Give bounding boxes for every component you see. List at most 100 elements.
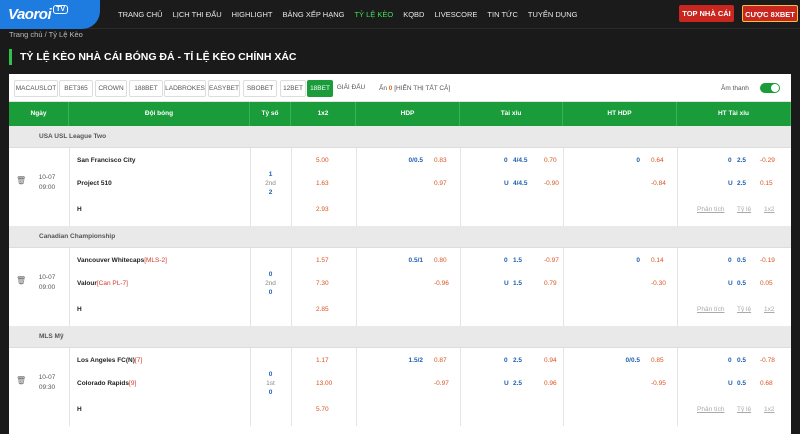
menu-item[interactable]: BẢNG XẾP HẠNG bbox=[277, 0, 349, 29]
ou-line-2[interactable]: 1.5 bbox=[513, 279, 522, 289]
menu-item[interactable]: TỶ LỆ KÈO bbox=[349, 0, 398, 29]
ht-ou-line-2[interactable]: 0.5 bbox=[737, 379, 746, 389]
menu-item[interactable]: HIGHLIGHT bbox=[227, 0, 278, 29]
hidden-matches-label[interactable]: Ẩn 0 [HIỂN THỊ TẤT CẢ] bbox=[379, 80, 450, 97]
ou-line[interactable]: 4/4.5 bbox=[513, 156, 527, 166]
hdp-home-odds[interactable]: 0.87 bbox=[434, 356, 447, 366]
analysis-link[interactable]: Phân tích bbox=[697, 205, 724, 215]
odds-1x2-draw[interactable]: 2.85 bbox=[316, 305, 329, 315]
odds-1x2-draw[interactable]: 2.93 bbox=[316, 205, 329, 215]
bookmaker-tab[interactable]: 188BET bbox=[129, 80, 163, 97]
ou-line[interactable]: 2.5 bbox=[513, 356, 522, 366]
menu-item[interactable]: TUYỂN DỤNG bbox=[523, 0, 583, 29]
league-header[interactable]: Canadian Championship bbox=[9, 226, 791, 248]
breadcrumb-home[interactable]: Trang chủ bbox=[9, 30, 43, 39]
ht-ou-under-odds[interactable]: 0.05 bbox=[760, 279, 773, 289]
ht-ou-over-odds[interactable]: -0.29 bbox=[760, 156, 775, 166]
odds-1x2-away[interactable]: 1.63 bbox=[316, 179, 329, 189]
bookmaker-tab[interactable]: 12BET bbox=[280, 80, 306, 97]
menu-item[interactable]: KQBD bbox=[398, 0, 429, 29]
bookmaker-tab[interactable]: MACAUSLOT bbox=[14, 80, 58, 97]
column-header[interactable]: HT HDP bbox=[563, 102, 677, 126]
ht-ou-line[interactable]: 0.5 bbox=[737, 356, 746, 366]
column-header[interactable]: Ngày bbox=[9, 102, 69, 126]
menu-item[interactable]: LỊCH THI ĐẤU bbox=[168, 0, 227, 29]
away-team[interactable]: Valour[Can PL-7] bbox=[77, 279, 128, 289]
ht-hdp-line[interactable]: 0 bbox=[604, 256, 640, 266]
ou-under-odds[interactable]: 0.96 bbox=[544, 379, 557, 389]
ou-line[interactable]: 1.5 bbox=[513, 256, 522, 266]
ht-ou-line-2[interactable]: 0.5 bbox=[737, 279, 746, 289]
bookmaker-tab[interactable]: 18BET bbox=[307, 80, 333, 97]
menu-item[interactable]: LIVESCORE bbox=[429, 0, 482, 29]
ht-ou-line-2[interactable]: 2.5 bbox=[737, 179, 746, 189]
ht-hdp-home-odds[interactable]: 0.85 bbox=[651, 356, 664, 366]
home-team[interactable]: Los Angeles FC(N)[7] bbox=[77, 356, 142, 366]
ou-line-2[interactable]: 2.5 bbox=[513, 379, 522, 389]
x12-link[interactable]: 1x2 bbox=[764, 305, 774, 315]
ht-hdp-away-odds[interactable]: -0.95 bbox=[651, 379, 666, 389]
bookmaker-tab[interactable]: CROWN bbox=[95, 80, 127, 97]
odds-link[interactable]: Tỷ lệ bbox=[737, 305, 751, 315]
ou-over-odds[interactable]: 0.70 bbox=[544, 156, 557, 166]
bookmaker-tab[interactable]: SBOBET bbox=[243, 80, 277, 97]
hdp-line[interactable]: 0.5/1 bbox=[389, 256, 423, 266]
odds-1x2-home[interactable]: 1.17 bbox=[316, 356, 329, 366]
ht-hdp-home-odds[interactable]: 0.64 bbox=[651, 156, 664, 166]
ht-hdp-away-odds[interactable]: -0.30 bbox=[651, 279, 666, 289]
home-team[interactable]: San Francisco City bbox=[77, 156, 136, 166]
odds-1x2-away[interactable]: 13.00 bbox=[316, 379, 332, 389]
home-team[interactable]: Vancouver Whitecaps[MLS-2] bbox=[77, 256, 167, 266]
bet-button[interactable]: CƯỢC 8XBET bbox=[742, 5, 798, 22]
odds-link[interactable]: Tỷ lệ bbox=[737, 205, 751, 215]
x12-link[interactable]: 1x2 bbox=[764, 405, 774, 415]
ou-under-odds[interactable]: 0.79 bbox=[544, 279, 557, 289]
column-header[interactable]: Tài xỉu bbox=[460, 102, 563, 126]
column-header[interactable]: Tỷ số bbox=[250, 102, 291, 126]
odds-1x2-home[interactable]: 5.00 bbox=[316, 156, 329, 166]
ou-over-odds[interactable]: -0.97 bbox=[544, 256, 559, 266]
analysis-link[interactable]: Phân tích bbox=[697, 305, 724, 315]
ht-ou-under-odds[interactable]: 0.68 bbox=[760, 379, 773, 389]
trash-icon[interactable]: 🗑 bbox=[16, 276, 26, 286]
ou-over-odds[interactable]: 0.94 bbox=[544, 356, 557, 366]
odds-1x2-home[interactable]: 1.57 bbox=[316, 256, 329, 266]
hdp-away-odds[interactable]: -0.97 bbox=[434, 379, 449, 389]
hdp-home-odds[interactable]: 0.83 bbox=[434, 156, 447, 166]
ht-hdp-away-odds[interactable]: -0.84 bbox=[651, 179, 666, 189]
hdp-line[interactable]: 1.5/2 bbox=[389, 356, 423, 366]
analysis-link[interactable]: Phân tích bbox=[697, 405, 724, 415]
hdp-line[interactable]: 0/0.5 bbox=[389, 156, 423, 166]
column-header[interactable]: HT Tài xỉu bbox=[677, 102, 791, 126]
ht-hdp-line[interactable]: 0/0.5 bbox=[604, 356, 640, 366]
ou-under-odds[interactable]: -0.90 bbox=[544, 179, 559, 189]
away-team[interactable]: Colorado Rapids[9] bbox=[77, 379, 136, 389]
column-header[interactable]: 1x2 bbox=[291, 102, 356, 126]
ht-ou-under-odds[interactable]: 0.15 bbox=[760, 179, 773, 189]
ht-hdp-home-odds[interactable]: 0.14 bbox=[651, 256, 664, 266]
ht-ou-line[interactable]: 2.5 bbox=[737, 156, 746, 166]
hdp-away-odds[interactable]: -0.96 bbox=[434, 279, 449, 289]
ht-ou-over-odds[interactable]: -0.19 bbox=[760, 256, 775, 266]
ht-ou-line[interactable]: 0.5 bbox=[737, 256, 746, 266]
top-bookmakers-button[interactable]: TOP NHÀ CÁI bbox=[679, 5, 734, 22]
odds-link[interactable]: Tỷ lệ bbox=[737, 405, 751, 415]
trash-icon[interactable]: 🗑 bbox=[16, 376, 26, 386]
x12-link[interactable]: 1x2 bbox=[764, 205, 774, 215]
bookmaker-tab[interactable]: LADBROKES bbox=[164, 80, 206, 97]
odds-1x2-away[interactable]: 7.30 bbox=[316, 279, 329, 289]
trash-icon[interactable]: 🗑 bbox=[16, 176, 26, 186]
sound-toggle[interactable] bbox=[760, 83, 780, 93]
bookmaker-tab[interactable]: BET365 bbox=[59, 80, 93, 97]
league-header[interactable]: MLS Mỹ bbox=[9, 326, 791, 348]
menu-item[interactable]: TRANG CHỦ bbox=[113, 0, 168, 29]
ht-ou-over-odds[interactable]: -0.78 bbox=[760, 356, 775, 366]
hdp-home-odds[interactable]: 0.80 bbox=[434, 256, 447, 266]
menu-item[interactable]: TIN TỨC bbox=[482, 0, 522, 29]
column-header[interactable]: HDP bbox=[356, 102, 460, 126]
column-header[interactable]: Đội bóng bbox=[69, 102, 250, 126]
odds-1x2-draw[interactable]: 5.70 bbox=[316, 405, 329, 415]
away-team[interactable]: Project 510 bbox=[77, 179, 112, 189]
ou-line-2[interactable]: 4/4.5 bbox=[513, 179, 527, 189]
hdp-away-odds[interactable]: 0.97 bbox=[434, 179, 447, 189]
